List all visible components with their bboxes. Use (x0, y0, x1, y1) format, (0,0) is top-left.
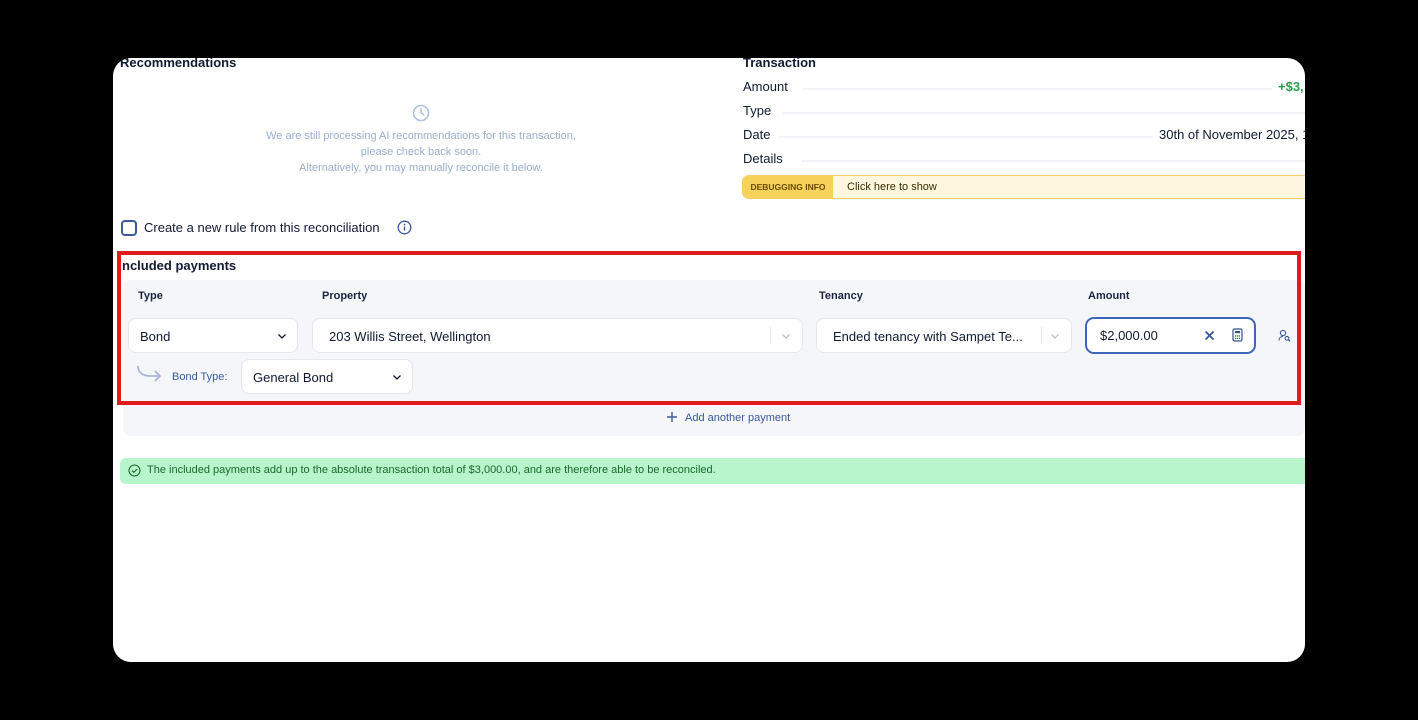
show-debug-link[interactable]: Click here to show (847, 181, 937, 193)
type-label: Type (743, 103, 772, 118)
clock-icon (412, 104, 430, 122)
date-value: 30th of November 2025, 1 (1153, 127, 1305, 142)
reconciliation-panel: Recommendations We are still processing … (113, 58, 1305, 662)
plus-icon (667, 412, 677, 422)
check-circle-icon (128, 464, 141, 477)
recommendations-message-line: We are still processing AI recommendatio… (266, 130, 576, 142)
recommendations-message-line: please check back soon. (360, 145, 482, 158)
amount-value: +$3, (1272, 79, 1304, 94)
date-label: Date (743, 127, 771, 142)
transaction-amount-row: Amount +$3, (743, 79, 1305, 99)
details-label: Details (743, 151, 783, 166)
reconcile-status-message: The included payments add up to the abso… (147, 464, 716, 476)
transaction-title: Transaction (743, 58, 816, 70)
reconcile-status-banner: The included payments add up to the abso… (120, 458, 1305, 484)
recommendations-title: Recommendations (120, 58, 237, 70)
recommendations-message: We are still processing AI recommendatio… (233, 129, 609, 177)
transaction-date-row: Date 30th of November 2025, 1 (743, 127, 1305, 147)
transaction-details-row: Details (743, 151, 1305, 171)
recommendations-message-line: Alternatively, you may manually reconcil… (299, 162, 543, 174)
create-rule-label[interactable]: Create a new rule from this reconciliati… (144, 220, 380, 235)
create-rule-checkbox[interactable] (121, 220, 137, 236)
info-icon[interactable] (397, 220, 412, 235)
amount-label: Amount (743, 79, 788, 94)
transaction-type-row: Type (743, 103, 1305, 123)
add-another-payment-button[interactable]: Add another payment (685, 412, 790, 424)
debugging-info-bar[interactable]: DEBUGGING INFO Click here to show (742, 175, 1305, 199)
highlight-box (117, 251, 1301, 405)
debugging-info-tag: DEBUGGING INFO (743, 176, 833, 198)
